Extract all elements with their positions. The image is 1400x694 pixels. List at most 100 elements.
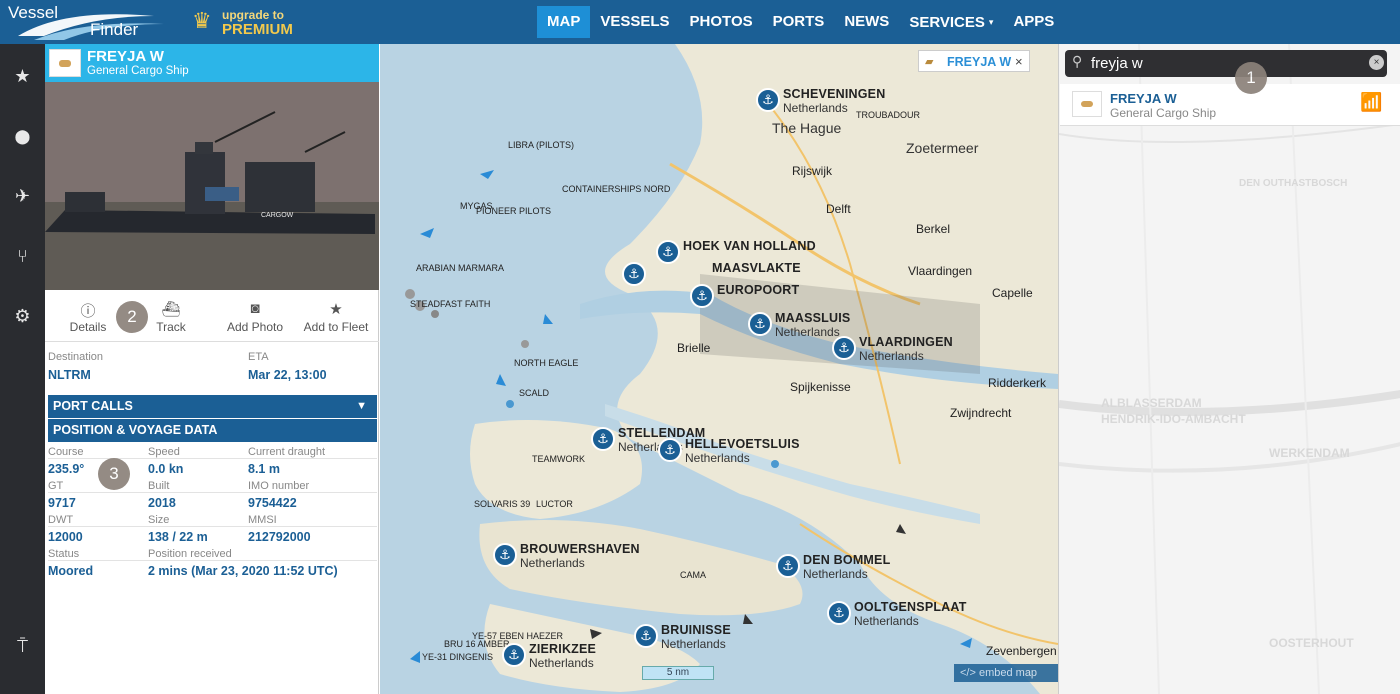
close-icon[interactable]: ×: [1015, 54, 1023, 69]
port-name: MAASVLAKTE: [712, 261, 801, 275]
nav-services[interactable]: SERVICES ▾: [899, 6, 1003, 38]
vessel-label[interactable]: LIBRA (PILOTS): [508, 140, 574, 150]
nav-photos[interactable]: PHOTOS: [680, 6, 763, 38]
logo-text-vessel: Vessel: [8, 3, 59, 22]
port-name: ZIERIKZEE: [529, 642, 597, 656]
chip-vessel-name: FREYJA W: [947, 55, 1012, 69]
embed-map-button[interactable]: </> embed map: [954, 664, 1058, 682]
port-calls-header[interactable]: PORT CALLS ▼: [48, 395, 377, 418]
chevron-down-icon: ▾: [988, 17, 994, 27]
faded-place-label: DEN OUTHASTBOSCH: [1239, 178, 1348, 189]
vessel-label[interactable]: BRU 16 AMBER: [444, 639, 510, 649]
antenna-icon[interactable]: ⍑: [0, 634, 45, 658]
search-result-item[interactable]: FREYJA W General Cargo Ship 📶: [1060, 84, 1400, 126]
nav-services-label: SERVICES: [909, 14, 985, 31]
vessel-label[interactable]: ARABIAN MARMARA: [416, 263, 504, 273]
vessel-header: FREYJA W General Cargo Ship: [45, 44, 379, 82]
place-zoetermeer: Zoetermeer: [906, 140, 979, 156]
gt-label: GT: [48, 480, 64, 492]
map-scale: 5 nm: [642, 666, 714, 680]
premium-line1: upgrade to: [222, 8, 284, 22]
logo-text-finder: Finder: [90, 20, 139, 39]
port-name: MAASSLUIS: [775, 311, 851, 325]
add-photo-button[interactable]: ◙ Add Photo: [225, 300, 285, 334]
route-icon[interactable]: ⑂: [0, 244, 45, 268]
vessel-label[interactable]: TROUBADOUR: [856, 110, 920, 120]
divider: [48, 560, 377, 561]
location-pin-icon[interactable]: ⬤: [0, 124, 45, 148]
search-input[interactable]: [1091, 52, 1321, 74]
result-vessel-name: FREYJA W: [1110, 91, 1177, 106]
draught-label: Current draught: [248, 446, 326, 458]
star-icon[interactable]: ★: [0, 64, 45, 88]
vessel-label[interactable]: NORTH EAGLE: [514, 358, 578, 368]
nav-news[interactable]: NEWS: [834, 6, 899, 38]
add-to-fleet-button[interactable]: ★ Add to Fleet: [303, 300, 369, 334]
divider: [48, 458, 377, 459]
anchor-icon: ⚓: [634, 624, 658, 648]
vessel-label[interactable]: STEADFAST FAITH: [410, 299, 490, 309]
port-country: Netherlands: [529, 656, 594, 670]
selected-vessel-chip[interactable]: ▰ FREYJA W ×: [918, 50, 1030, 72]
destination-value[interactable]: NLTRM: [48, 368, 91, 382]
vessel-label[interactable]: CAMA: [680, 570, 706, 580]
faded-place-label: HENDRIK-IDO-AMBACHT: [1101, 412, 1246, 426]
anchor-icon: ⚓: [502, 643, 526, 667]
anchor-icon: ⚓: [827, 601, 851, 625]
anchor-icon: ⚓: [690, 284, 714, 308]
status-value: Moored: [48, 564, 94, 578]
add-to-fleet-label: Add to Fleet: [303, 320, 369, 334]
place-vlaardingen: Vlaardingen: [908, 264, 973, 278]
vessel-label[interactable]: YE-31 DINGENIS: [422, 652, 493, 662]
annotation-badge-2: 2: [116, 301, 148, 333]
mmsi-value: 212792000: [248, 530, 311, 544]
clear-search-icon[interactable]: ×: [1369, 55, 1384, 70]
vessel-label[interactable]: TEAMWORK: [532, 454, 585, 464]
position-voyage-header[interactable]: POSITION & VOYAGE DATA: [48, 419, 377, 442]
port-name: OOLTGENSPLAAT: [854, 600, 967, 614]
divider: [48, 492, 377, 493]
destination-label: Destination: [48, 351, 104, 363]
place-ridderkerk: Ridderkerk: [988, 376, 1047, 390]
vessel-label[interactable]: SOLVARIS 39: [474, 499, 530, 509]
place-delft: Delft: [826, 202, 851, 216]
nav-apps[interactable]: APPS: [1003, 6, 1064, 38]
upgrade-premium-link[interactable]: ♛ upgrade to PREMIUM: [192, 6, 302, 38]
port-name: EUROPOORT: [717, 283, 800, 297]
place-rijswijk: Rijswijk: [792, 164, 832, 178]
nav-map[interactable]: MAP: [537, 6, 591, 38]
vessel-label[interactable]: LUCTOR: [536, 499, 573, 509]
port-name: SCHEVENINGEN: [783, 87, 886, 101]
left-icon-rail: ★ ⬤ ✈ ⑂ ⚙ ⍑: [0, 44, 45, 694]
vesselfinder-logo[interactable]: Vessel Finder: [4, 2, 174, 42]
satellite-icon[interactable]: ✈: [0, 184, 45, 208]
faded-map-background: [1059, 44, 1400, 694]
nav-ports[interactable]: PORTS: [763, 6, 835, 38]
place-berkel: Berkel: [916, 222, 951, 236]
camera-icon: ◙: [250, 300, 260, 317]
map-view[interactable]: The Hague Zoetermeer Rijswijk Delft Berk…: [380, 44, 1058, 694]
gt-value: 9717: [48, 496, 76, 510]
gear-icon[interactable]: ⚙: [0, 304, 45, 328]
port-country: Netherlands: [661, 637, 726, 651]
vessel-label[interactable]: PIONEER PILOTS: [476, 206, 551, 216]
vessel-photo[interactable]: CARGOW: [45, 82, 379, 290]
anchor-icon: ⚓: [658, 438, 682, 462]
place-spijkenisse: Spijkenisse: [790, 380, 851, 394]
nav-vessels[interactable]: VESSELS: [590, 6, 679, 38]
vessel-label[interactable]: SCALD: [519, 388, 549, 398]
place-zevenbergen: Zevenbergen: [986, 644, 1057, 658]
dwt-label: DWT: [48, 514, 74, 526]
details-button[interactable]: ⓘ Details: [67, 300, 109, 334]
port-calls-label: PORT CALLS: [53, 399, 133, 413]
vessel-label[interactable]: CONTAINERSHIPS NORD: [562, 184, 670, 194]
built-value: 2018: [148, 496, 176, 510]
track-button[interactable]: ⛴ Track: [151, 300, 191, 334]
signal-icon: 📶: [1360, 92, 1383, 112]
add-photo-label: Add Photo: [226, 320, 284, 334]
anchor-icon: ⚓: [776, 554, 800, 578]
premium-line2: PREMIUM: [222, 21, 293, 38]
fleet-star-icon: ★: [329, 301, 343, 318]
track-label: Track: [156, 320, 186, 334]
main-nav: MAP VESSELS PHOTOS PORTS NEWS SERVICES ▾ …: [537, 6, 1064, 38]
